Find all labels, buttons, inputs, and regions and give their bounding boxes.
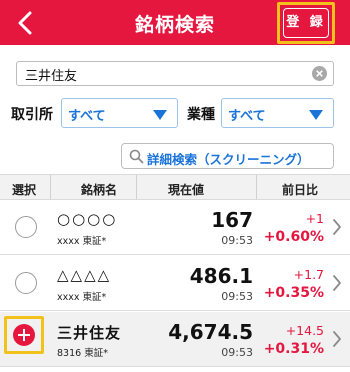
change-value: +1 — [305, 211, 324, 226]
table-row[interactable]: 三井住友 8316 東証* 4,674.5 09:53 +14.5 +0.31% — [0, 312, 350, 367]
change-percent: +0.35% — [263, 285, 324, 301]
column-header-name: 銘柄名 — [81, 183, 118, 197]
exchange-select[interactable]: すべて — [61, 98, 178, 128]
add-plus-icon[interactable] — [13, 324, 35, 346]
industry-label: 業種 — [187, 107, 215, 123]
price-time: 09:53 — [221, 234, 253, 247]
stock-code-market: 8316 東証* — [57, 348, 108, 359]
current-price: 4,674.5 — [168, 320, 253, 344]
chevron-right-icon[interactable] — [332, 330, 342, 348]
stock-code-market: xxxx 東証* — [57, 292, 107, 303]
column-divider — [136, 175, 137, 199]
dropdown-triangle-icon — [309, 110, 323, 120]
exchange-label: 取引所 — [11, 107, 53, 123]
column-header-select: 選択 — [12, 183, 37, 197]
detail-search-button[interactable]: 詳細検索（スクリーニング） — [121, 143, 334, 169]
dropdown-triangle-icon — [153, 110, 167, 120]
current-price: 486.1 — [189, 264, 253, 288]
column-header-price: 現在値 — [168, 183, 205, 197]
select-radio[interactable] — [15, 272, 37, 294]
stock-name: 三井住友 — [57, 324, 122, 342]
select-radio[interactable] — [15, 216, 37, 238]
magnifier-icon — [129, 149, 144, 164]
chevron-right-icon[interactable] — [332, 218, 342, 236]
exchange-select-value: すべて — [68, 109, 106, 124]
register-button[interactable]: 登 録 — [283, 8, 329, 38]
column-divider — [256, 175, 257, 199]
price-time: 09:53 — [221, 290, 253, 303]
table-row[interactable]: ○○○○ xxxx 東証* 167 09:53 +1 +0.60% — [0, 200, 350, 255]
search-input-value: 三井住友 — [25, 69, 78, 84]
change-value: +14.5 — [285, 323, 324, 338]
industry-select[interactable]: すべて — [221, 98, 334, 128]
change-value: +1.7 — [293, 267, 324, 282]
stock-name: ○○○○ — [57, 210, 118, 228]
price-time: 09:53 — [221, 346, 253, 359]
change-percent: +0.60% — [263, 229, 324, 245]
industry-select-value: すべて — [228, 109, 266, 124]
column-header-change: 前日比 — [282, 183, 319, 197]
current-price: 167 — [211, 208, 253, 232]
stock-code-market: xxxx 東証* — [57, 236, 107, 247]
chevron-right-icon[interactable] — [332, 274, 342, 292]
clear-icon[interactable] — [312, 66, 327, 81]
detail-search-label: 詳細検索（スクリーニング） — [147, 152, 310, 167]
table-row[interactable]: △△△△ xxxx 東証* 486.1 09:53 +1.7 +0.35% — [0, 256, 350, 311]
stock-name: △△△△ — [57, 266, 112, 284]
column-divider — [50, 175, 51, 199]
table-header: 選択 銘柄名 現在値 前日比 — [0, 174, 350, 200]
header-bar: 銘柄検索 登 録 — [0, 0, 350, 45]
change-percent: +0.31% — [263, 341, 324, 357]
search-field[interactable]: 三井住友 — [16, 61, 334, 86]
